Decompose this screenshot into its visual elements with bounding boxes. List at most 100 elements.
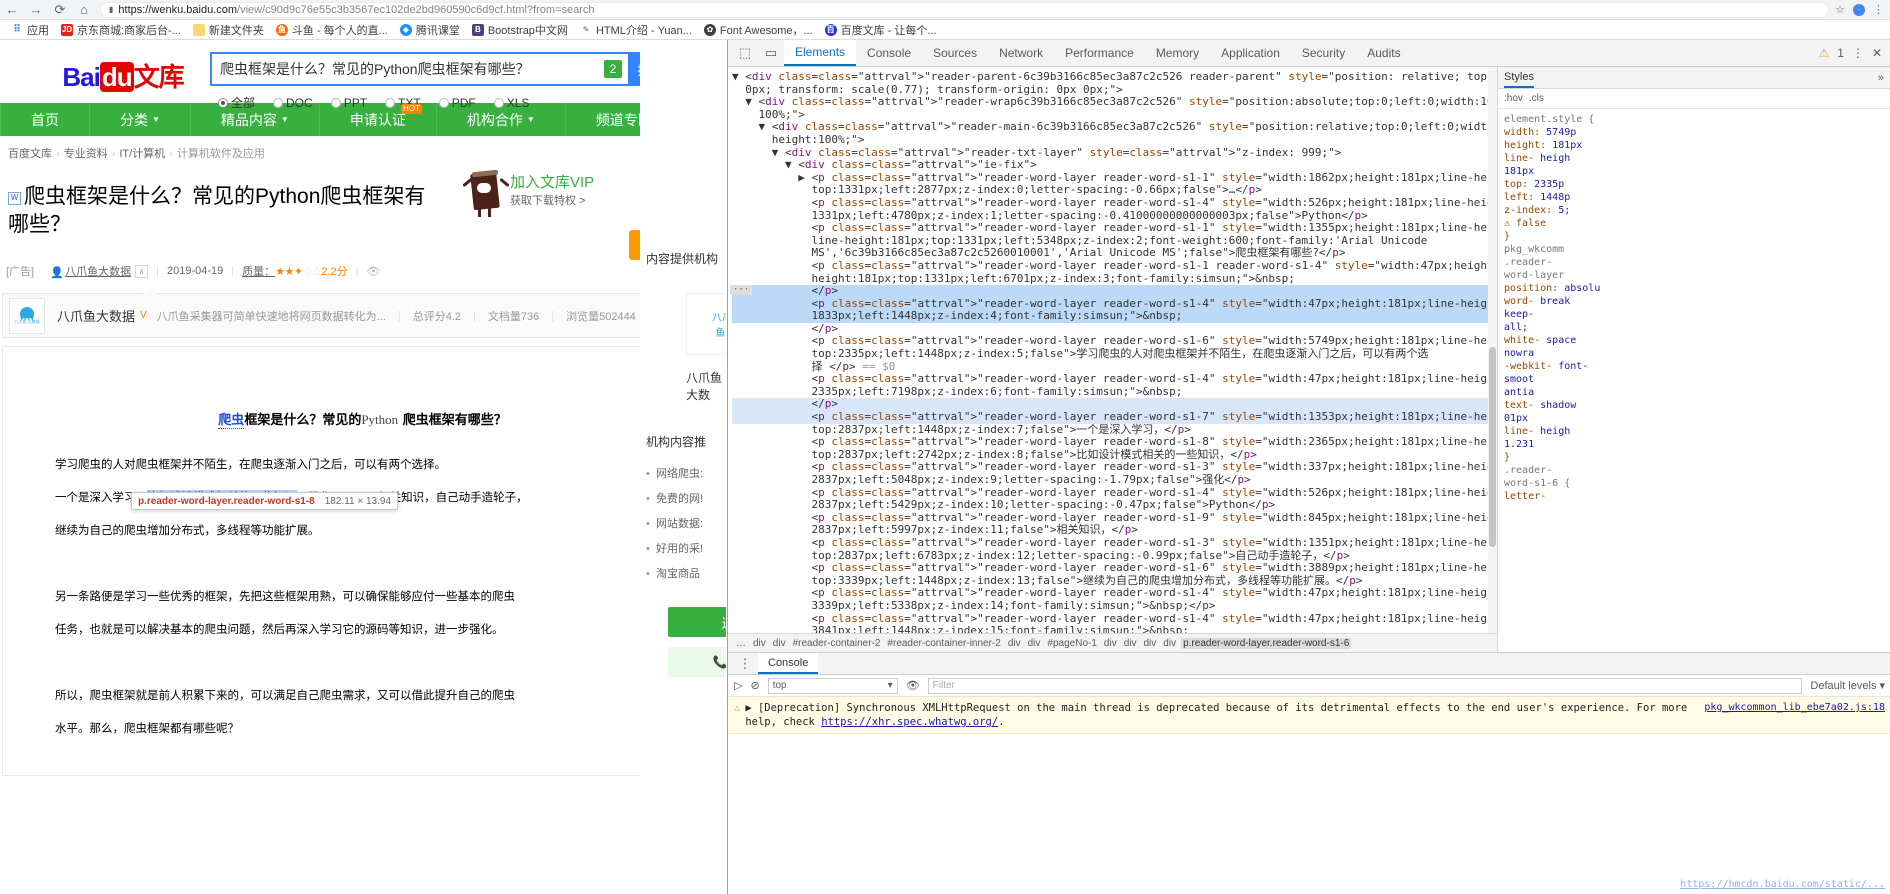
dom-node-line[interactable]: <p class=class="attrval">"reader-word-la… bbox=[732, 536, 1497, 550]
style-declaration[interactable]: } bbox=[1504, 451, 1884, 464]
devtools-close-icon[interactable]: ✕ bbox=[1872, 46, 1882, 60]
devtools-settings-icon[interactable]: ⋮ bbox=[1852, 46, 1864, 60]
search-input[interactable] bbox=[212, 54, 604, 84]
tab-performance[interactable]: Performance bbox=[1054, 40, 1145, 66]
style-declaration[interactable]: -webkit- font- bbox=[1504, 360, 1884, 373]
nav-item-category[interactable]: 分类 ▼ bbox=[90, 103, 191, 136]
search-box[interactable]: 2 bbox=[210, 52, 630, 86]
console-message-source[interactable]: pkg_wkcommon_lib_ebe7a02.js:18 bbox=[1692, 701, 1885, 729]
list-item[interactable]: 网络爬虫: bbox=[646, 462, 726, 487]
advertiser-name[interactable]: 八爪鱼大数据 bbox=[57, 306, 135, 325]
breadcrumb-item-0[interactable]: 百度文库 bbox=[8, 148, 52, 160]
org-enter-button[interactable]: 进 bbox=[668, 607, 726, 637]
style-declaration[interactable]: white- space bbox=[1504, 334, 1884, 347]
bookmark-baidu-wenku[interactable]: 百 百度文库 - 让每个... bbox=[820, 21, 942, 39]
style-declaration[interactable]: left: 1448p bbox=[1504, 191, 1884, 204]
style-declaration[interactable]: keep- bbox=[1504, 308, 1884, 321]
style-declaration[interactable]: letter- bbox=[1504, 490, 1884, 503]
home-icon[interactable]: ⌂ bbox=[72, 1, 96, 19]
dom-tree-pane[interactable]: ▼ <div class=class="attrval">"reader-par… bbox=[728, 67, 1498, 652]
console-message-link[interactable]: https://xhr.spec.whatwg.org/ bbox=[821, 716, 998, 728]
dom-collapsed-badge[interactable]: ··· bbox=[730, 285, 753, 296]
breadcrumb-node[interactable]: div bbox=[1122, 638, 1139, 649]
breadcrumb-item-1[interactable]: 专业资料 bbox=[64, 148, 108, 160]
style-declaration[interactable]: width: 5749p bbox=[1504, 126, 1884, 139]
tab-console[interactable]: Console bbox=[856, 40, 922, 66]
console-message-source-2[interactable]: https://hmcdn.baidu.com/static/... bbox=[1680, 879, 1885, 890]
author-link[interactable]: 八爪鱼大数据 bbox=[65, 263, 131, 279]
bookmark-tencent-ketang[interactable]: ◆ 腾讯课堂 bbox=[395, 21, 465, 39]
dom-node-line[interactable]: <p class=class="attrval">"reader-word-la… bbox=[732, 259, 1497, 273]
breadcrumb-node[interactable]: div bbox=[1142, 638, 1159, 649]
dom-node-line[interactable]: <p class=class="attrval">"reader-word-la… bbox=[732, 410, 1497, 424]
nav-item-home[interactable]: 首页 bbox=[0, 103, 90, 136]
dom-node-line[interactable]: ▼ <div class=class="attrval">"reader-wra… bbox=[732, 95, 1497, 109]
forward-icon[interactable]: → bbox=[24, 1, 48, 19]
dom-node-line[interactable]: <p class=class="attrval">"reader-word-la… bbox=[732, 196, 1497, 210]
style-declaration[interactable]: line- heigh bbox=[1504, 152, 1884, 165]
breadcrumb-item-2[interactable]: IT/计算机 bbox=[119, 148, 165, 160]
dom-node-line[interactable]: 1833px;left:1448px;z-index:4;font-family… bbox=[732, 310, 1497, 323]
style-declaration[interactable]: ⚠ false bbox=[1504, 217, 1884, 230]
breadcrumb-node[interactable]: div bbox=[751, 638, 768, 649]
style-declaration[interactable]: height: 181px bbox=[1504, 139, 1884, 152]
style-selector[interactable]: word-layer bbox=[1504, 269, 1884, 282]
device-toolbar-icon[interactable]: ▭ bbox=[758, 41, 784, 65]
tab-elements[interactable]: Elements bbox=[784, 40, 857, 66]
console-execute-icon[interactable]: ▷ bbox=[734, 679, 742, 692]
breadcrumb-node[interactable]: div bbox=[1102, 638, 1119, 649]
warning-icon[interactable]: ⚠ bbox=[1818, 46, 1829, 60]
tab-network[interactable]: Network bbox=[988, 40, 1054, 66]
bookmark-star-icon[interactable]: ☆ bbox=[1835, 3, 1845, 16]
style-declaration[interactable]: z-index: 5; bbox=[1504, 204, 1884, 217]
style-selector[interactable]: .reader- bbox=[1504, 256, 1884, 269]
list-item[interactable]: 免费的网! bbox=[646, 487, 726, 512]
nav-item-featured[interactable]: 精品内容 ▼ bbox=[191, 103, 320, 136]
styles-more-icon[interactable]: » bbox=[1878, 72, 1884, 84]
org-name[interactable]: 八爪鱼大数 bbox=[686, 369, 726, 403]
cls-toggle[interactable]: .cls bbox=[1529, 93, 1544, 104]
bookmark-bootstrap[interactable]: B Bootstrap中文网 bbox=[467, 21, 573, 39]
expand-author-icon[interactable]: ∧ bbox=[135, 264, 149, 278]
style-selector[interactable]: .reader- bbox=[1504, 464, 1884, 477]
style-declaration[interactable]: smoot bbox=[1504, 373, 1884, 386]
breadcrumb-node[interactable]: div bbox=[1006, 638, 1023, 649]
style-declaration[interactable]: 181px bbox=[1504, 165, 1884, 178]
tab-application[interactable]: Application bbox=[1210, 40, 1291, 66]
drawer-menu-icon[interactable]: ⋮ bbox=[732, 652, 758, 676]
dom-node-line[interactable]: ▼ <div class=class="attrval">"reader-par… bbox=[732, 70, 1497, 84]
console-clear-icon[interactable]: ⊘ bbox=[750, 679, 759, 692]
hov-toggle[interactable]: :hov bbox=[1504, 93, 1523, 104]
console-message[interactable]: ⚠ ▶ [Deprecation] Synchronous XMLHttpReq… bbox=[728, 697, 1890, 734]
style-selector[interactable]: element.style { bbox=[1504, 113, 1884, 126]
drawer-tab-console[interactable]: Console bbox=[758, 653, 819, 674]
dom-node-line[interactable]: height:181px;top:1331px;left:6701px;z-in… bbox=[732, 272, 1497, 286]
dom-node-line[interactable]: <p class=class="attrval">"reader-word-la… bbox=[732, 372, 1497, 386]
chrome-menu-icon[interactable]: ⋮ bbox=[1873, 3, 1884, 16]
style-selector[interactable]: word-s1-6 { bbox=[1504, 477, 1884, 490]
console-filter-input[interactable]: Filter bbox=[927, 677, 1803, 694]
profile-avatar[interactable]: · bbox=[1853, 3, 1865, 16]
bookmark-html-intro[interactable]: ✎ HTML介绍 - Yuan... bbox=[575, 21, 697, 39]
style-declaration[interactable]: } bbox=[1504, 230, 1884, 243]
list-item[interactable]: 淘宝商品 bbox=[646, 562, 726, 587]
bookmark-apps[interactable]: ⠿ 应用 bbox=[6, 21, 54, 39]
style-declaration[interactable]: all; bbox=[1504, 321, 1884, 334]
advertiser-expand-icon[interactable]: V bbox=[140, 310, 147, 321]
list-item[interactable]: 好用的采! bbox=[646, 537, 726, 562]
style-declaration[interactable]: text- shadow bbox=[1504, 399, 1884, 412]
breadcrumb-node[interactable]: div bbox=[1026, 638, 1043, 649]
breadcrumb-node[interactable]: #reader-container-2 bbox=[791, 638, 883, 649]
breadcrumb-node[interactable]: #reader-container-inner-2 bbox=[885, 638, 1002, 649]
address-bar[interactable]: ▮ https://wenku.baidu.com/view/c90d9c76e… bbox=[100, 1, 1830, 18]
breadcrumb-node[interactable]: div bbox=[771, 638, 788, 649]
bookmark-font-awesome[interactable]: ✿ Font Awesome，... bbox=[699, 21, 818, 39]
bookmark-douyu[interactable]: 鱼 斗鱼 - 每个人的直... bbox=[271, 21, 393, 39]
tab-sources[interactable]: Sources bbox=[922, 40, 988, 66]
tab-audits[interactable]: Audits bbox=[1356, 40, 1411, 66]
breadcrumb-node[interactable]: p.reader-word-layer.reader-word-s1-6 bbox=[1181, 637, 1352, 649]
breadcrumb-node[interactable]: #pageNo-1 bbox=[1045, 638, 1098, 649]
reload-icon[interactable]: ⟳ bbox=[48, 1, 72, 19]
styles-rules[interactable]: element.style {width: 5749p height: 181px… bbox=[1498, 109, 1890, 507]
style-declaration[interactable]: top: 2335p bbox=[1504, 178, 1884, 191]
